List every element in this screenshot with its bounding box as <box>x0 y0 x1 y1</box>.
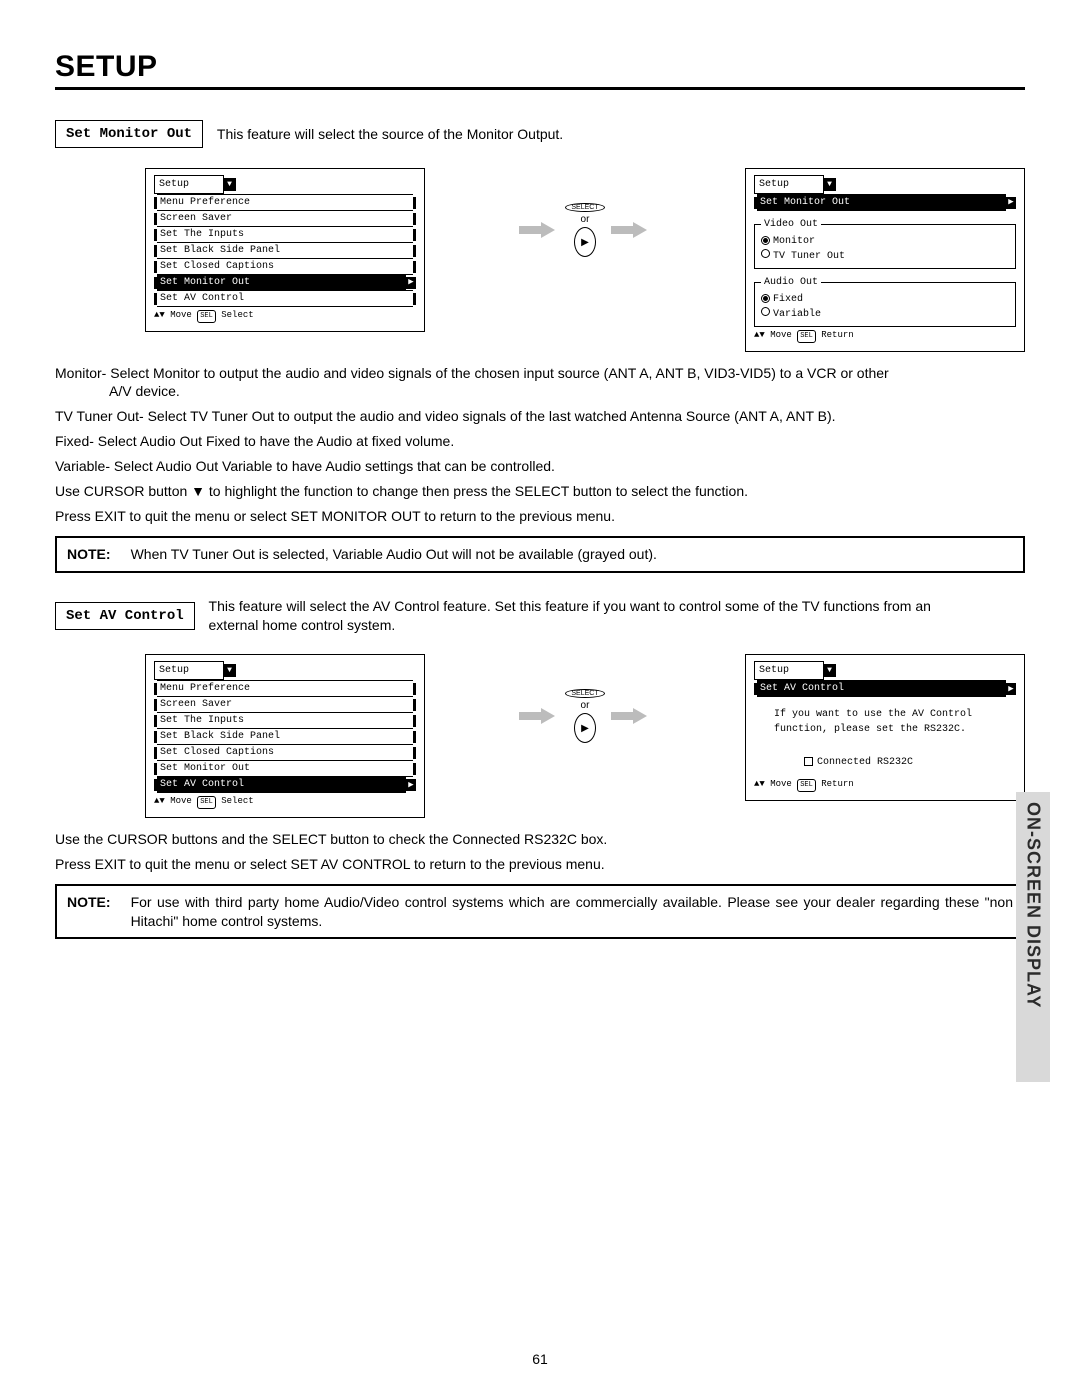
osd-breadcrumb: Set Monitor Out▶ <box>754 195 1016 211</box>
note-body: For use with third party home Audio/Vide… <box>131 893 1013 931</box>
radio-icon <box>761 236 770 245</box>
diagram-row: Setup ▼ Menu PreferenceScreen SaverSet T… <box>145 168 1025 352</box>
updown-icon: ▲▼ <box>754 779 765 789</box>
osd-item: Set Closed Captions <box>154 259 416 275</box>
osd-hint: ▲▼ Move SEL Return <box>754 778 1016 792</box>
section-set-monitor-out: Set Monitor Out This feature will select… <box>55 120 1025 573</box>
radio-icon <box>761 307 770 316</box>
sel-pill-icon: SEL <box>197 796 216 809</box>
sel-pill-icon: SEL <box>197 310 216 323</box>
osd-title: Setup <box>754 175 824 194</box>
body-text: Variable- Select Audio Out Variable to h… <box>55 457 1025 476</box>
osd-item: Set The Inputs <box>154 713 416 729</box>
body-text: Use the CURSOR buttons and the SELECT bu… <box>55 830 1025 849</box>
side-tab: ON-SCREEN DISPLAY <box>1016 792 1050 1082</box>
page-title: SETUP <box>55 50 1025 84</box>
osd-item: Set AV Control▶ <box>154 777 416 793</box>
osd-menu-setup: Setup ▼ Menu PreferenceScreen SaverSet T… <box>145 654 425 818</box>
video-out-group: Video Out Monitor TV Tuner Out <box>754 217 1016 269</box>
section-desc: This feature will select the AV Control … <box>209 597 969 635</box>
osd-item: Set Monitor Out <box>154 761 416 777</box>
arrow-right-icon <box>519 222 559 238</box>
osd-title: Setup <box>754 661 824 680</box>
checkbox-icon <box>804 757 813 766</box>
select-button-icon: SELECT <box>565 689 604 698</box>
right-cursor-icon: ▶ <box>574 713 596 743</box>
updown-icon: ▲▼ <box>154 310 165 320</box>
note-box: NOTE: When TV Tuner Out is selected, Var… <box>55 536 1025 573</box>
or-text: or <box>581 700 590 711</box>
radio-icon <box>761 294 770 303</box>
dropdown-icon: ▼ <box>223 178 236 191</box>
arrow-block: SELECT or ▶ <box>515 689 655 743</box>
osd-item: Set Black Side Panel <box>154 243 416 259</box>
osd-item: Set Monitor Out▶ <box>154 275 416 291</box>
osd-item: Menu Preference <box>154 681 416 697</box>
arrow-right-icon <box>519 708 559 724</box>
diagram-row: Setup ▼ Menu PreferenceScreen SaverSet T… <box>145 654 1025 818</box>
section-set-av-control: Set AV Control This feature will select … <box>55 597 1025 940</box>
section-desc: This feature will select the source of t… <box>217 125 563 144</box>
note-body: When TV Tuner Out is selected, Variable … <box>131 545 1013 564</box>
body-text: Use CURSOR button ▼ to highlight the fun… <box>55 482 1025 501</box>
osd-item: Set AV Control <box>154 291 416 307</box>
osd-item: Menu Preference <box>154 195 416 211</box>
osd-title: Setup <box>154 175 224 194</box>
av-message: If you want to use the AV Control functi… <box>754 697 1016 776</box>
body-text: Fixed- Select Audio Out Fixed to have th… <box>55 432 1025 451</box>
checkbox-row: Connected RS232C <box>774 755 1010 770</box>
body-text: Press EXIT to quit the menu or select SE… <box>55 507 1025 526</box>
osd-title: Setup <box>154 661 224 680</box>
audio-out-group: Audio Out Fixed Variable <box>754 275 1016 327</box>
updown-icon: ▲▼ <box>754 330 765 340</box>
arrow-block: SELECT or ▶ <box>515 203 655 257</box>
sel-pill-icon: SEL <box>797 779 816 792</box>
dropdown-icon: ▼ <box>823 664 836 677</box>
osd-item: Set Closed Captions <box>154 745 416 761</box>
arrow-right-icon <box>611 708 651 724</box>
radio-icon <box>761 249 770 258</box>
body-text: TV Tuner Out- Select TV Tuner Out to out… <box>55 407 1025 426</box>
dropdown-icon: ▼ <box>823 178 836 191</box>
updown-icon: ▲▼ <box>154 796 165 806</box>
body-text: Press EXIT to quit the menu or select SE… <box>55 855 1025 874</box>
arrow-right-icon <box>611 222 651 238</box>
dropdown-icon: ▼ <box>223 664 236 677</box>
osd-item: Screen Saver <box>154 211 416 227</box>
osd-item: Set Black Side Panel <box>154 729 416 745</box>
or-text: or <box>581 214 590 225</box>
osd-item: Set The Inputs <box>154 227 416 243</box>
osd-breadcrumb: Set AV Control▶ <box>754 681 1016 697</box>
osd-item: Screen Saver <box>154 697 416 713</box>
body-text: Monitor- Select Monitor to output the au… <box>55 364 1025 402</box>
note-box: NOTE: For use with third party home Audi… <box>55 884 1025 940</box>
note-label: NOTE: <box>67 893 131 931</box>
select-button-icon: SELECT <box>565 203 604 212</box>
osd-hint: ▲▼ Move SEL Return <box>754 329 1016 343</box>
osd-hint: ▲▼ Move SEL Select <box>154 795 416 809</box>
title-rule <box>55 87 1025 90</box>
osd-hint: ▲▼ Move SEL Select <box>154 309 416 323</box>
note-label: NOTE: <box>67 545 131 564</box>
right-cursor-icon: ▶ <box>574 227 596 257</box>
osd-menu-monitor-out: Setup ▼ Set Monitor Out▶ Video Out Monit… <box>745 168 1025 352</box>
section-label: Set AV Control <box>55 602 195 630</box>
page-number: 61 <box>0 1351 1080 1367</box>
sel-pill-icon: SEL <box>797 330 816 343</box>
section-label: Set Monitor Out <box>55 120 203 148</box>
osd-menu-setup: Setup ▼ Menu PreferenceScreen SaverSet T… <box>145 168 425 332</box>
osd-menu-av-control: Setup ▼ Set AV Control▶ If you want to u… <box>745 654 1025 801</box>
